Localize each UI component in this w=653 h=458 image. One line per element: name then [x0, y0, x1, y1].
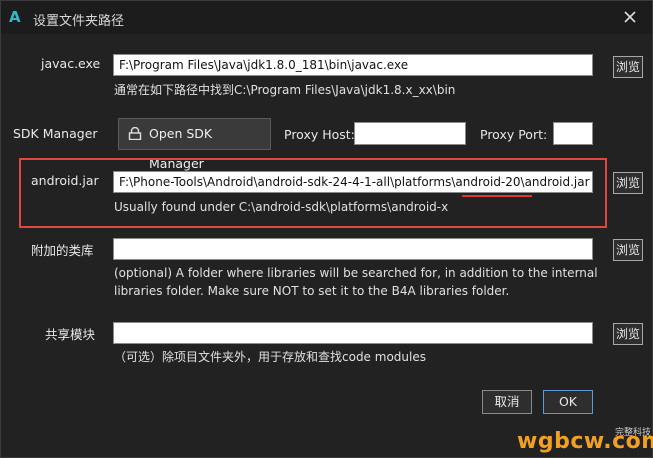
dialog-window: A 设置文件夹路径 javac.exe F:\Program Files\Jav…	[0, 0, 653, 458]
shared-modules-label: 共享模块	[45, 327, 96, 342]
window-title: 设置文件夹路径	[33, 14, 125, 29]
android-version-underline	[462, 195, 532, 197]
lock-icon	[128, 127, 142, 140]
additional-libraries-label: 附加的类库	[31, 243, 94, 258]
javac-path-input[interactable]: F:\Program Files\Java\jdk1.8.0_181\bin\j…	[113, 54, 593, 76]
javac-hint: 通常在如下路径中找到C:\Program Files\Java\jdk1.8.x…	[114, 83, 456, 97]
shared-modules-hint: （可选）除项目文件夹外，用于存放和查找code modules	[114, 350, 426, 364]
android-jar-browse-button[interactable]: 浏览	[613, 172, 643, 194]
libraries-browse-button[interactable]: 浏览	[613, 239, 643, 261]
proxy-host-input[interactable]	[354, 122, 466, 145]
javac-browse-button[interactable]: 浏览	[613, 56, 643, 78]
app-logo-icon: A	[9, 8, 21, 26]
libraries-hint-line2: libraries folder. Make sure NOT to set i…	[114, 284, 510, 298]
additional-libraries-input[interactable]	[113, 238, 593, 260]
highlight-box	[19, 158, 607, 228]
ok-button[interactable]: OK	[543, 390, 593, 414]
proxy-host-label: Proxy Host:	[284, 127, 355, 142]
watermark-text: wgbcw.com	[517, 429, 653, 454]
proxy-port-input[interactable]	[553, 122, 593, 145]
shared-modules-browse-button[interactable]: 浏览	[613, 323, 643, 345]
android-jar-label: android.jar	[31, 173, 99, 188]
proxy-port-label: Proxy Port:	[480, 127, 548, 142]
shared-modules-input[interactable]	[113, 322, 593, 344]
title-bar: A 设置文件夹路径	[1, 1, 652, 34]
close-icon	[624, 11, 636, 23]
android-jar-path-input[interactable]: F:\Phone-Tools\Android\android-sdk-24-4-…	[113, 171, 593, 193]
close-button[interactable]	[617, 5, 643, 29]
android-jar-hint: Usually found under C:\android-sdk\platf…	[114, 200, 449, 214]
sdk-manager-label: SDK Manager	[13, 126, 98, 141]
open-sdk-manager-button[interactable]: Open SDK Manager	[118, 118, 271, 171]
libraries-hint-line1: (optional) A folder where libraries will…	[114, 266, 598, 280]
javac-label: javac.exe	[41, 56, 101, 71]
cancel-button[interactable]: 取消	[482, 390, 532, 414]
